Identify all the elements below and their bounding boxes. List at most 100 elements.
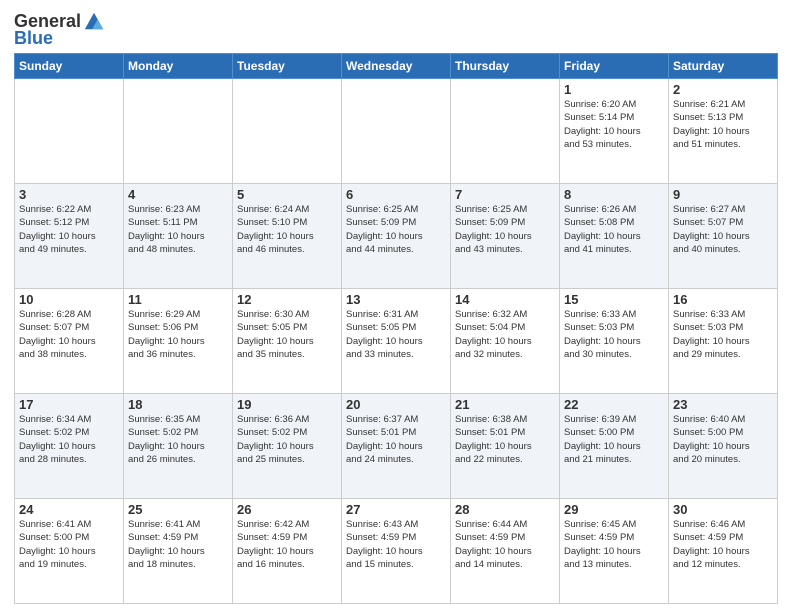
day-number: 2 — [673, 82, 773, 97]
calendar-week-2: 3Sunrise: 6:22 AM Sunset: 5:12 PM Daylig… — [15, 184, 778, 289]
day-number: 12 — [237, 292, 337, 307]
day-info: Sunrise: 6:40 AM Sunset: 5:00 PM Dayligh… — [673, 413, 773, 466]
day-number: 1 — [564, 82, 664, 97]
calendar-cell: 25Sunrise: 6:41 AM Sunset: 4:59 PM Dayli… — [124, 499, 233, 604]
day-info: Sunrise: 6:28 AM Sunset: 5:07 PM Dayligh… — [19, 308, 119, 361]
calendar-cell: 30Sunrise: 6:46 AM Sunset: 4:59 PM Dayli… — [669, 499, 778, 604]
calendar-cell: 7Sunrise: 6:25 AM Sunset: 5:09 PM Daylig… — [451, 184, 560, 289]
day-info: Sunrise: 6:21 AM Sunset: 5:13 PM Dayligh… — [673, 98, 773, 151]
calendar-week-5: 24Sunrise: 6:41 AM Sunset: 5:00 PM Dayli… — [15, 499, 778, 604]
day-info: Sunrise: 6:41 AM Sunset: 4:59 PM Dayligh… — [128, 518, 228, 571]
day-number: 17 — [19, 397, 119, 412]
day-number: 20 — [346, 397, 446, 412]
calendar-cell: 26Sunrise: 6:42 AM Sunset: 4:59 PM Dayli… — [233, 499, 342, 604]
day-info: Sunrise: 6:24 AM Sunset: 5:10 PM Dayligh… — [237, 203, 337, 256]
weekday-header-wednesday: Wednesday — [342, 54, 451, 79]
day-info: Sunrise: 6:32 AM Sunset: 5:04 PM Dayligh… — [455, 308, 555, 361]
calendar-cell: 8Sunrise: 6:26 AM Sunset: 5:08 PM Daylig… — [560, 184, 669, 289]
calendar-cell: 19Sunrise: 6:36 AM Sunset: 5:02 PM Dayli… — [233, 394, 342, 499]
calendar-cell: 3Sunrise: 6:22 AM Sunset: 5:12 PM Daylig… — [15, 184, 124, 289]
calendar-cell: 21Sunrise: 6:38 AM Sunset: 5:01 PM Dayli… — [451, 394, 560, 499]
weekday-header-sunday: Sunday — [15, 54, 124, 79]
calendar-cell: 28Sunrise: 6:44 AM Sunset: 4:59 PM Dayli… — [451, 499, 560, 604]
day-info: Sunrise: 6:37 AM Sunset: 5:01 PM Dayligh… — [346, 413, 446, 466]
weekday-header-row: SundayMondayTuesdayWednesdayThursdayFrid… — [15, 54, 778, 79]
day-number: 4 — [128, 187, 228, 202]
calendar-cell: 22Sunrise: 6:39 AM Sunset: 5:00 PM Dayli… — [560, 394, 669, 499]
day-info: Sunrise: 6:36 AM Sunset: 5:02 PM Dayligh… — [237, 413, 337, 466]
day-info: Sunrise: 6:45 AM Sunset: 4:59 PM Dayligh… — [564, 518, 664, 571]
calendar-cell: 5Sunrise: 6:24 AM Sunset: 5:10 PM Daylig… — [233, 184, 342, 289]
day-number: 21 — [455, 397, 555, 412]
day-info: Sunrise: 6:42 AM Sunset: 4:59 PM Dayligh… — [237, 518, 337, 571]
day-number: 13 — [346, 292, 446, 307]
day-info: Sunrise: 6:23 AM Sunset: 5:11 PM Dayligh… — [128, 203, 228, 256]
calendar-cell: 20Sunrise: 6:37 AM Sunset: 5:01 PM Dayli… — [342, 394, 451, 499]
calendar-table: SundayMondayTuesdayWednesdayThursdayFrid… — [14, 53, 778, 604]
day-info: Sunrise: 6:44 AM Sunset: 4:59 PM Dayligh… — [455, 518, 555, 571]
day-number: 29 — [564, 502, 664, 517]
day-number: 22 — [564, 397, 664, 412]
calendar-week-1: 1Sunrise: 6:20 AM Sunset: 5:14 PM Daylig… — [15, 79, 778, 184]
calendar-cell: 4Sunrise: 6:23 AM Sunset: 5:11 PM Daylig… — [124, 184, 233, 289]
day-info: Sunrise: 6:41 AM Sunset: 5:00 PM Dayligh… — [19, 518, 119, 571]
logo-blue-text: Blue — [14, 28, 53, 49]
calendar-cell — [342, 79, 451, 184]
day-info: Sunrise: 6:39 AM Sunset: 5:00 PM Dayligh… — [564, 413, 664, 466]
day-info: Sunrise: 6:30 AM Sunset: 5:05 PM Dayligh… — [237, 308, 337, 361]
header: General Blue — [14, 10, 778, 49]
day-info: Sunrise: 6:34 AM Sunset: 5:02 PM Dayligh… — [19, 413, 119, 466]
day-number: 7 — [455, 187, 555, 202]
day-number: 24 — [19, 502, 119, 517]
weekday-header-saturday: Saturday — [669, 54, 778, 79]
day-number: 8 — [564, 187, 664, 202]
day-number: 11 — [128, 292, 228, 307]
weekday-header-tuesday: Tuesday — [233, 54, 342, 79]
day-number: 16 — [673, 292, 773, 307]
calendar-week-3: 10Sunrise: 6:28 AM Sunset: 5:07 PM Dayli… — [15, 289, 778, 394]
calendar-cell: 2Sunrise: 6:21 AM Sunset: 5:13 PM Daylig… — [669, 79, 778, 184]
day-info: Sunrise: 6:33 AM Sunset: 5:03 PM Dayligh… — [673, 308, 773, 361]
calendar-week-4: 17Sunrise: 6:34 AM Sunset: 5:02 PM Dayli… — [15, 394, 778, 499]
day-info: Sunrise: 6:22 AM Sunset: 5:12 PM Dayligh… — [19, 203, 119, 256]
day-number: 3 — [19, 187, 119, 202]
day-info: Sunrise: 6:26 AM Sunset: 5:08 PM Dayligh… — [564, 203, 664, 256]
calendar-cell: 16Sunrise: 6:33 AM Sunset: 5:03 PM Dayli… — [669, 289, 778, 394]
logo-icon — [83, 10, 105, 32]
day-number: 18 — [128, 397, 228, 412]
calendar-cell: 6Sunrise: 6:25 AM Sunset: 5:09 PM Daylig… — [342, 184, 451, 289]
day-info: Sunrise: 6:46 AM Sunset: 4:59 PM Dayligh… — [673, 518, 773, 571]
day-info: Sunrise: 6:25 AM Sunset: 5:09 PM Dayligh… — [455, 203, 555, 256]
calendar-cell: 13Sunrise: 6:31 AM Sunset: 5:05 PM Dayli… — [342, 289, 451, 394]
calendar-cell: 18Sunrise: 6:35 AM Sunset: 5:02 PM Dayli… — [124, 394, 233, 499]
calendar-cell — [15, 79, 124, 184]
calendar-cell — [233, 79, 342, 184]
day-number: 14 — [455, 292, 555, 307]
day-number: 25 — [128, 502, 228, 517]
logo-area: General Blue — [14, 10, 107, 49]
day-number: 19 — [237, 397, 337, 412]
calendar-cell: 1Sunrise: 6:20 AM Sunset: 5:14 PM Daylig… — [560, 79, 669, 184]
day-info: Sunrise: 6:38 AM Sunset: 5:01 PM Dayligh… — [455, 413, 555, 466]
calendar-cell: 24Sunrise: 6:41 AM Sunset: 5:00 PM Dayli… — [15, 499, 124, 604]
day-number: 6 — [346, 187, 446, 202]
day-info: Sunrise: 6:27 AM Sunset: 5:07 PM Dayligh… — [673, 203, 773, 256]
calendar-cell: 15Sunrise: 6:33 AM Sunset: 5:03 PM Dayli… — [560, 289, 669, 394]
day-number: 5 — [237, 187, 337, 202]
day-info: Sunrise: 6:20 AM Sunset: 5:14 PM Dayligh… — [564, 98, 664, 151]
calendar-cell — [451, 79, 560, 184]
calendar-cell: 14Sunrise: 6:32 AM Sunset: 5:04 PM Dayli… — [451, 289, 560, 394]
day-number: 15 — [564, 292, 664, 307]
calendar-cell: 9Sunrise: 6:27 AM Sunset: 5:07 PM Daylig… — [669, 184, 778, 289]
day-number: 23 — [673, 397, 773, 412]
day-number: 26 — [237, 502, 337, 517]
weekday-header-monday: Monday — [124, 54, 233, 79]
calendar-cell: 29Sunrise: 6:45 AM Sunset: 4:59 PM Dayli… — [560, 499, 669, 604]
day-number: 9 — [673, 187, 773, 202]
day-info: Sunrise: 6:25 AM Sunset: 5:09 PM Dayligh… — [346, 203, 446, 256]
calendar-cell: 12Sunrise: 6:30 AM Sunset: 5:05 PM Dayli… — [233, 289, 342, 394]
calendar-cell: 17Sunrise: 6:34 AM Sunset: 5:02 PM Dayli… — [15, 394, 124, 499]
calendar-cell: 10Sunrise: 6:28 AM Sunset: 5:07 PM Dayli… — [15, 289, 124, 394]
day-number: 28 — [455, 502, 555, 517]
weekday-header-friday: Friday — [560, 54, 669, 79]
